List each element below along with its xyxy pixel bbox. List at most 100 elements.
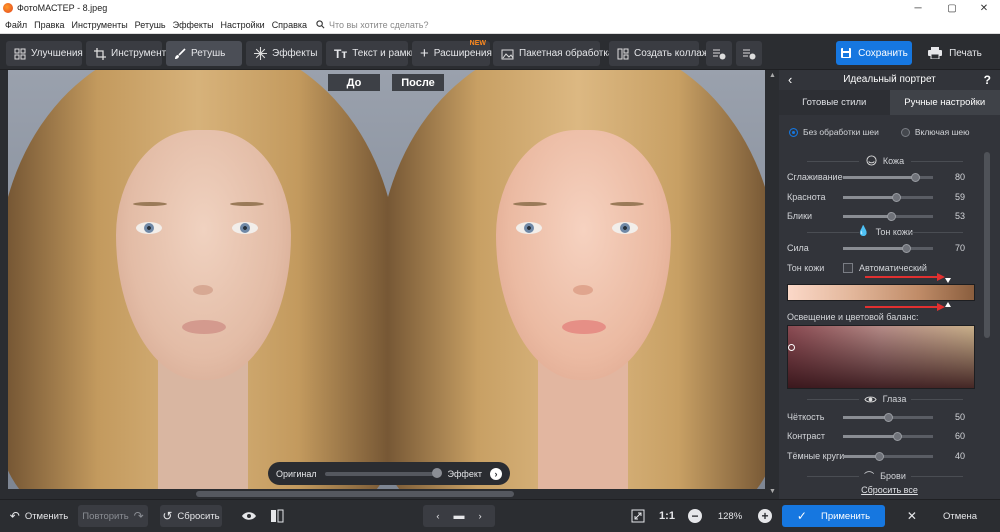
tab-effects[interactable]: Эффекты (246, 41, 322, 66)
slider-row-dark-circles: Тёмные круги 40 (787, 451, 965, 461)
compare-knob[interactable] (431, 467, 442, 478)
cancel-button[interactable]: ✕ Отмена (888, 505, 996, 527)
tab-tools[interactable]: Инструменты (86, 41, 173, 66)
close-window-button[interactable]: ✕ (970, 0, 998, 16)
tone-header-label: Тон кожи (875, 226, 913, 237)
menu-edit[interactable]: Правка (34, 20, 64, 30)
menu-file[interactable]: Файл (5, 20, 27, 30)
slider-knob[interactable] (886, 211, 896, 221)
reset-button[interactable]: ↺ Сбросить (160, 505, 222, 527)
tab-ready-styles[interactable]: Готовые стили (779, 90, 890, 115)
tab-extensions[interactable]: + Расширения NEW (412, 40, 492, 66)
picker-cursor[interactable] (788, 344, 795, 351)
slider-track[interactable] (843, 431, 933, 441)
tab-enhancements[interactable]: Улучшения (6, 41, 83, 66)
reset-all-link[interactable]: Сбросить все (779, 485, 1000, 495)
file-navigator: ‹ ▬ › (423, 505, 495, 527)
canvas-vertical-scrollbar[interactable]: ▲ ▼ (766, 70, 778, 499)
tone-marker-top[interactable] (945, 278, 951, 283)
back-arrow-icon[interactable]: ‹ (788, 72, 792, 87)
check-icon: ✓ (796, 509, 807, 523)
create-collage-button[interactable]: Создать коллаж (609, 41, 709, 66)
skin-tone-label: Тон кожи (787, 263, 825, 273)
skin-tone-gradient[interactable] (787, 284, 975, 301)
reset-label: Сбросить (177, 510, 220, 522)
panel-title: Идеальный портрет (843, 74, 936, 85)
zoom-out-button[interactable]: − (686, 505, 704, 527)
image-stack-icon (501, 49, 514, 59)
slider-row-redness: Краснота 59 (787, 192, 965, 202)
sparkle-icon (254, 47, 267, 60)
fit-screen-button[interactable] (628, 505, 648, 527)
slider-track[interactable] (843, 211, 933, 221)
arrow-right-icon[interactable]: › (490, 467, 502, 480)
help-icon[interactable]: ? (984, 73, 991, 87)
tab-text-frames[interactable]: Tт Текст и рамки (326, 41, 417, 66)
minimize-button[interactable]: ─ (904, 0, 932, 16)
slider-knob[interactable] (911, 172, 920, 182)
new-badge: NEW (469, 40, 486, 47)
radio-dot (900, 127, 910, 137)
print-button[interactable]: Печать (918, 41, 992, 65)
panel-scrollbar[interactable] (984, 152, 990, 338)
slider-label: Сглаживание (787, 172, 843, 182)
compare-slider[interactable]: Оригинал Эффект › (268, 462, 510, 485)
slider-knob[interactable] (892, 192, 902, 202)
menu-search[interactable]: Что вы хотите сделать? (316, 20, 429, 30)
panel-settings: Без обработки шеи Включая шею Кожа Сглаж… (779, 115, 991, 491)
slider-knob[interactable] (893, 431, 902, 441)
compare-track[interactable] (324, 467, 442, 478)
next-file-icon[interactable]: › (479, 511, 482, 522)
compare-original-label: Оригинал (276, 468, 317, 479)
horizontal-scrollbar[interactable] (8, 489, 765, 499)
slider-track[interactable] (843, 192, 933, 202)
app-logo-icon (3, 3, 13, 13)
color-balance-picker[interactable] (787, 325, 975, 389)
redo-button[interactable]: Повторить ↷ (78, 505, 148, 527)
menu-effects[interactable]: Эффекты (173, 20, 214, 30)
auto-checkbox[interactable] (843, 263, 853, 273)
slider-track[interactable] (843, 451, 933, 461)
slider-knob[interactable] (902, 243, 911, 253)
slider-knob[interactable] (875, 451, 884, 461)
skin-tone-row: Тон кожи Автоматический (787, 263, 977, 273)
add-layer-button[interactable] (706, 41, 732, 66)
scroll-up-icon[interactable]: ▲ (769, 72, 776, 79)
maximize-button[interactable]: ▢ (938, 0, 966, 16)
menu-settings[interactable]: Настройки (221, 20, 265, 30)
photo-canvas[interactable]: До После Оригинал Эффект › (8, 70, 765, 489)
slider-track[interactable] (843, 172, 933, 182)
menu-tools[interactable]: Инструменты (72, 20, 128, 30)
radio-with-neck[interactable]: Включая шею (900, 127, 970, 137)
tab-manual-settings[interactable]: Ручные настройки (889, 90, 1000, 115)
save-button[interactable]: Сохранить (836, 41, 912, 65)
slider-track[interactable] (843, 243, 933, 253)
title-bar: ФотоМАСТЕР - 8.jpeg ─ ▢ ✕ (0, 0, 1000, 16)
slider-knob[interactable] (884, 412, 893, 422)
folder-icon[interactable]: ▬ (454, 510, 465, 522)
prev-file-icon[interactable]: ‹ (436, 511, 439, 522)
preview-toggle-button[interactable] (238, 505, 260, 527)
undo-button[interactable]: ↶ Отменить (6, 505, 72, 527)
menu-help[interactable]: Справка (272, 20, 307, 30)
radio-no-neck[interactable]: Без обработки шеи (789, 127, 879, 137)
tab-retouch[interactable]: Ретушь (166, 41, 242, 66)
menu-retouch[interactable]: Ретушь (135, 20, 166, 30)
batch-processing-button[interactable]: Пакетная обработка (493, 41, 614, 66)
search-placeholder: Что вы хотите сделать? (329, 19, 429, 30)
tab-text-frames-label: Текст и рамки (352, 48, 417, 59)
actual-size-button[interactable]: 1:1 (655, 505, 679, 527)
floppy-icon (841, 48, 852, 58)
layer-info-button[interactable] (736, 41, 762, 66)
scroll-thumb[interactable] (196, 491, 514, 497)
layers-info-icon (743, 49, 756, 59)
scroll-down-icon[interactable]: ▼ (769, 488, 776, 495)
eye-icon (864, 396, 877, 402)
slider-value: 59 (954, 192, 965, 202)
zoom-in-button[interactable]: + (756, 505, 774, 527)
slider-value: 40 (954, 451, 965, 461)
crop-icon (94, 47, 106, 60)
slider-track[interactable] (843, 412, 933, 422)
compare-view-button[interactable] (266, 505, 288, 527)
apply-button[interactable]: ✓ Применить (782, 505, 885, 527)
